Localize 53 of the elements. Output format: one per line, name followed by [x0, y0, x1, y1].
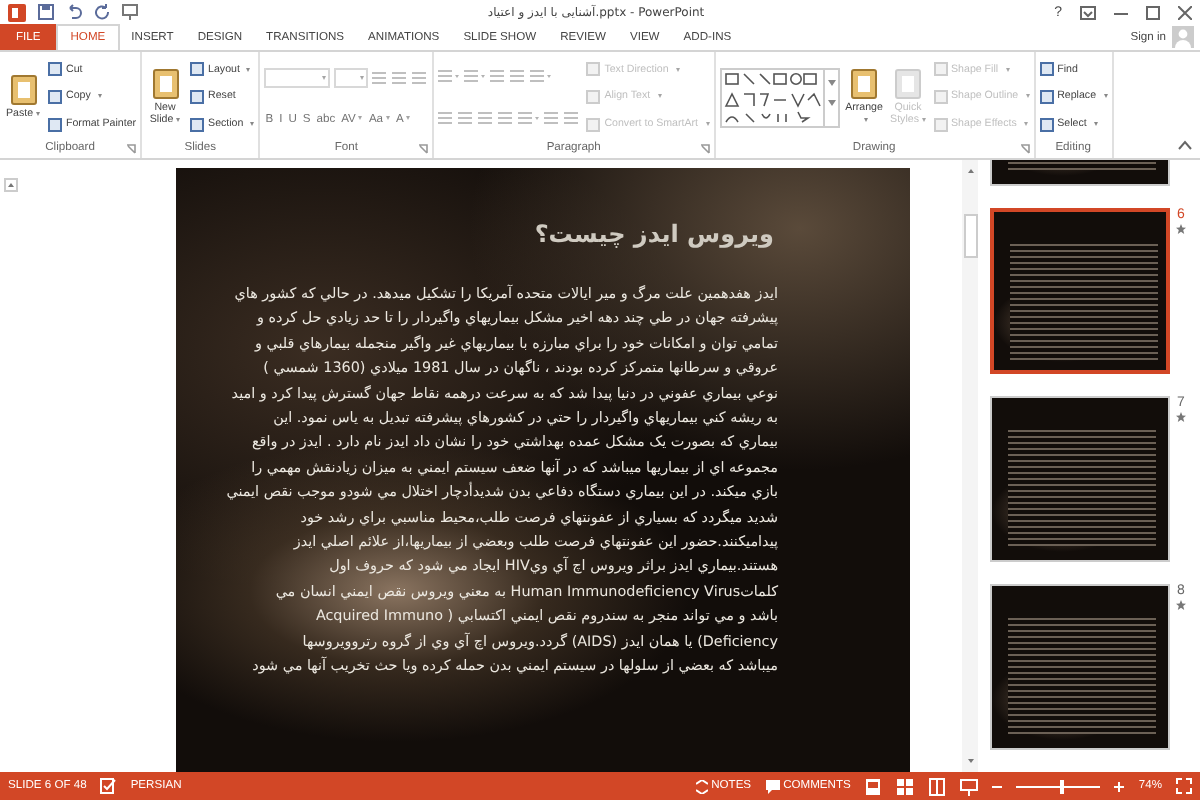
- scroll-up-icon[interactable]: [4, 178, 18, 192]
- scrollbar[interactable]: [962, 160, 978, 772]
- proofing-icon[interactable]: [100, 778, 117, 794]
- document-icon: [848, 67, 881, 100]
- shapes-gallery[interactable]: [719, 67, 840, 127]
- square-icon: [190, 117, 205, 132]
- square-icon: [586, 89, 601, 104]
- close-icon[interactable]: [1178, 5, 1192, 19]
- zoom-out-icon[interactable]: [992, 781, 1003, 791]
- scroll-up-icon[interactable]: [963, 164, 977, 178]
- zoom-slider-thumb[interactable]: [1060, 779, 1065, 793]
- square-icon: [933, 117, 948, 132]
- comment-icon: [765, 779, 780, 793]
- slide-thumbnail[interactable]: [990, 208, 1170, 374]
- slide-sorter-icon[interactable]: [896, 777, 915, 795]
- presentation-icon[interactable]: [122, 4, 138, 20]
- zoom-in-icon[interactable]: [1114, 781, 1125, 791]
- dialog-launcher-icon[interactable]: [1019, 144, 1030, 154]
- dialog-launcher-icon[interactable]: [418, 144, 429, 154]
- slide-thumbnail[interactable]: [990, 396, 1170, 562]
- document-icon: [7, 73, 39, 106]
- dialog-launcher-icon[interactable]: [126, 144, 137, 154]
- slide-canvas[interactable]: [176, 168, 910, 772]
- slideshow-icon[interactable]: [960, 777, 979, 795]
- undo-icon[interactable]: [66, 4, 82, 20]
- square-icon: [933, 62, 948, 77]
- square-icon: [48, 89, 62, 104]
- square-icon: [933, 89, 948, 104]
- document-icon: [892, 67, 925, 100]
- notes-icon: [695, 779, 708, 793]
- square-icon: [1039, 117, 1054, 132]
- redo-icon[interactable]: [94, 4, 110, 20]
- square-icon: [190, 62, 205, 77]
- maximize-icon[interactable]: [1146, 5, 1160, 19]
- square-icon: [190, 89, 205, 104]
- document-icon: [149, 67, 182, 100]
- square-icon: [48, 62, 62, 77]
- normal-view-icon[interactable]: [864, 777, 883, 795]
- square-icon: [1039, 89, 1054, 104]
- collapse-ribbon-icon[interactable]: [1178, 140, 1192, 150]
- square-icon: [48, 117, 62, 132]
- slide-title: ویروس ایدز چیست؟: [534, 220, 774, 248]
- reading-view-icon[interactable]: [928, 777, 947, 795]
- square-icon: [586, 117, 601, 132]
- scrollbar-thumb[interactable]: [963, 214, 977, 258]
- slide-thumbnail[interactable]: [990, 584, 1170, 750]
- save-icon[interactable]: [38, 4, 54, 20]
- fit-slide-icon[interactable]: [1176, 778, 1192, 794]
- scroll-down-icon[interactable]: [963, 754, 977, 768]
- ribbon-display-icon[interactable]: [1080, 5, 1096, 19]
- dialog-launcher-icon[interactable]: [699, 144, 710, 154]
- square-icon: [586, 62, 601, 77]
- square-icon: [1039, 62, 1054, 77]
